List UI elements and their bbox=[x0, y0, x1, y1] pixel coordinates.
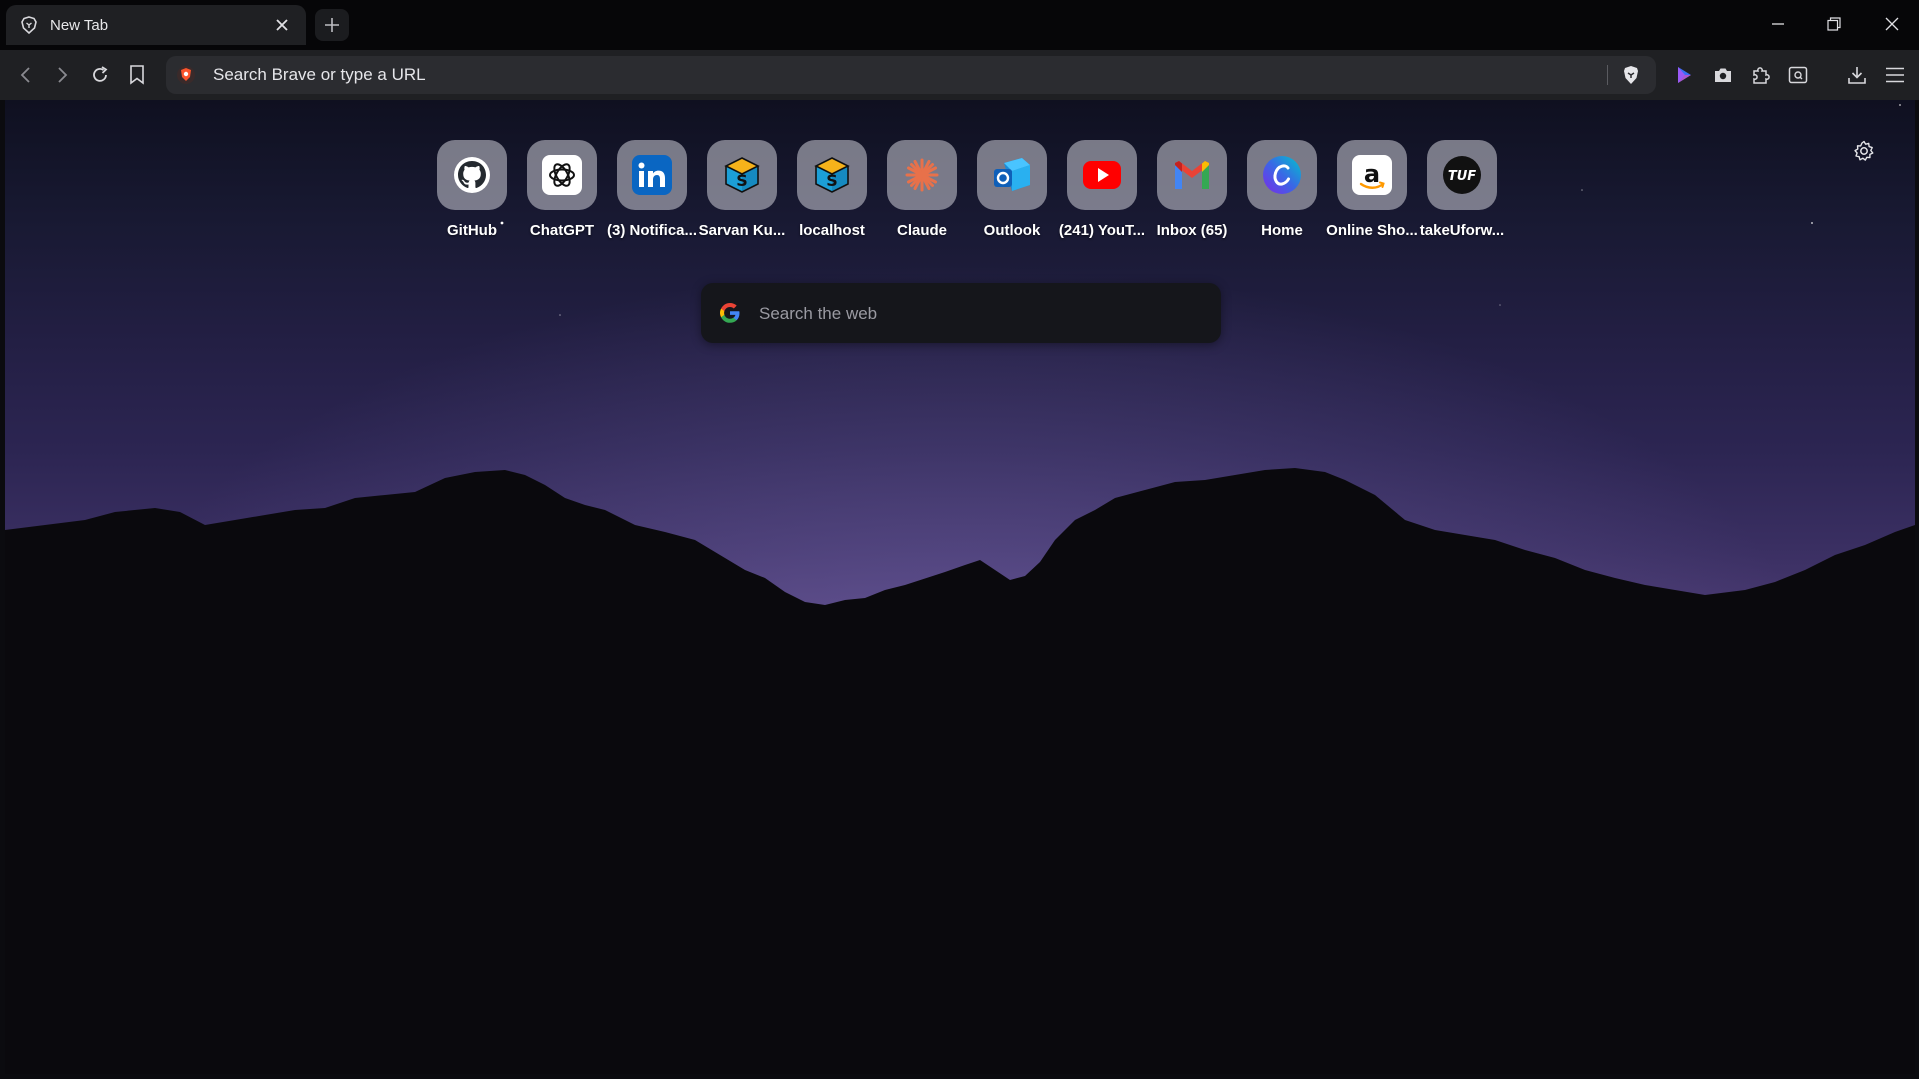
brave-play-icon bbox=[1678, 67, 1691, 83]
svg-text:TUF: TUF bbox=[1448, 169, 1476, 184]
forward-button[interactable] bbox=[48, 61, 76, 89]
arrow-right-icon bbox=[58, 67, 68, 83]
plus-icon bbox=[325, 18, 339, 32]
top-site-tile bbox=[1067, 140, 1137, 210]
address-bar[interactable]: Search Brave or type a URL bbox=[166, 56, 1656, 94]
svg-text:S: S bbox=[736, 171, 748, 190]
bookmark-button[interactable] bbox=[123, 61, 151, 89]
top-site-label: (241) YouT... bbox=[1058, 222, 1146, 239]
back-button[interactable] bbox=[12, 61, 40, 89]
top-site-label: Outlook bbox=[983, 222, 1041, 239]
bookmark-icon bbox=[130, 65, 144, 85]
brave-shield-icon[interactable] bbox=[1620, 64, 1642, 86]
search-input[interactable] bbox=[757, 295, 1201, 333]
top-sites-grid: GitHub ChatGPT (3) Notifica... S Sarvan … bbox=[427, 140, 1507, 250]
sidebar-button[interactable] bbox=[1784, 61, 1812, 89]
top-site-tile bbox=[1247, 140, 1317, 210]
restore-button[interactable] bbox=[1812, 6, 1856, 42]
top-site-label: Inbox (65) bbox=[1156, 222, 1228, 239]
browser-window: New Tab Search Brave or type a URL GitHu… bbox=[0, 0, 1919, 1079]
close-icon bbox=[1885, 17, 1899, 31]
svg-text:a: a bbox=[1364, 160, 1380, 188]
top-site-sarvan[interactable]: S Sarvan Ku... bbox=[697, 140, 787, 250]
puzzle-icon bbox=[1753, 67, 1770, 84]
top-site-tile bbox=[887, 140, 957, 210]
cube-s-icon: S bbox=[722, 155, 762, 195]
top-site-amazon[interactable]: a Online Sho... bbox=[1326, 140, 1418, 250]
reload-button[interactable] bbox=[86, 61, 114, 89]
customize-page-button[interactable] bbox=[1851, 138, 1877, 164]
gmail-icon bbox=[1172, 155, 1212, 195]
address-bar-divider bbox=[1607, 65, 1608, 85]
chatgpt-icon bbox=[542, 155, 582, 195]
top-site-tile: a bbox=[1337, 140, 1407, 210]
sidebar-search-icon bbox=[1788, 66, 1808, 84]
top-site-label: takeUforw... bbox=[1419, 222, 1505, 239]
main-menu-button[interactable] bbox=[1881, 61, 1909, 89]
top-site-tile bbox=[617, 140, 687, 210]
close-tab-icon[interactable] bbox=[272, 15, 292, 35]
toolbar: Search Brave or type a URL bbox=[0, 50, 1919, 100]
tuf-icon: TUF bbox=[1442, 155, 1482, 195]
title-bar: New Tab bbox=[0, 0, 1919, 50]
top-site-label: Online Sho... bbox=[1326, 222, 1418, 239]
brave-lion-icon bbox=[20, 16, 38, 34]
top-site-github[interactable]: GitHub bbox=[427, 140, 517, 250]
download-icon bbox=[1848, 67, 1866, 84]
top-site-label: localhost bbox=[799, 222, 865, 239]
top-site-youtube[interactable]: (241) YouT... bbox=[1057, 140, 1147, 250]
address-bar-placeholder: Search Brave or type a URL bbox=[213, 65, 426, 84]
linkedin-icon bbox=[632, 155, 672, 195]
svg-text:S: S bbox=[826, 171, 838, 190]
gear-icon bbox=[1854, 140, 1874, 161]
minimize-icon bbox=[1772, 23, 1784, 25]
top-site-tile bbox=[527, 140, 597, 210]
amazon-icon: a bbox=[1352, 155, 1392, 195]
github-icon bbox=[452, 155, 492, 195]
close-window-button[interactable] bbox=[1870, 6, 1914, 42]
minimize-button[interactable] bbox=[1756, 6, 1800, 42]
hamburger-menu-icon bbox=[1886, 67, 1904, 83]
outlook-icon bbox=[992, 155, 1032, 195]
top-site-tile bbox=[1157, 140, 1227, 210]
new-tab-button[interactable] bbox=[315, 9, 349, 41]
downloads-button[interactable] bbox=[1843, 61, 1871, 89]
top-site-takeuforward[interactable]: TUF takeUforw... bbox=[1417, 140, 1507, 250]
top-site-tile: TUF bbox=[1427, 140, 1497, 210]
top-site-chatgpt[interactable]: ChatGPT bbox=[517, 140, 607, 250]
top-site-label: GitHub bbox=[447, 222, 497, 239]
top-site-localhost[interactable]: S localhost bbox=[787, 140, 877, 250]
top-site-tile: S bbox=[797, 140, 867, 210]
google-icon bbox=[719, 302, 741, 324]
top-site-label: Home bbox=[1261, 222, 1303, 239]
top-site-claude[interactable]: Claude bbox=[877, 140, 967, 250]
brave-shields-badge-icon[interactable] bbox=[176, 65, 196, 85]
screenshot-button[interactable] bbox=[1709, 61, 1737, 89]
top-site-label: Claude bbox=[896, 222, 947, 239]
top-site-tile bbox=[437, 140, 507, 210]
youtube-icon bbox=[1082, 155, 1122, 195]
tab-title: New Tab bbox=[50, 16, 109, 34]
restore-icon bbox=[1827, 17, 1841, 31]
new-tab-page: GitHub ChatGPT (3) Notifica... S Sarvan … bbox=[5, 100, 1915, 1074]
brave-talk-button[interactable] bbox=[1670, 61, 1698, 89]
top-site-outlook[interactable]: Outlook bbox=[967, 140, 1057, 250]
camera-icon bbox=[1715, 68, 1731, 82]
web-search-box[interactable] bbox=[701, 283, 1221, 343]
top-site-label: ChatGPT bbox=[529, 222, 595, 239]
cube-s-icon: S bbox=[812, 155, 852, 195]
extensions-button[interactable] bbox=[1747, 61, 1775, 89]
top-site-tile bbox=[977, 140, 1047, 210]
top-site-tile: S bbox=[707, 140, 777, 210]
top-site-linkedin[interactable]: (3) Notifica... bbox=[607, 140, 697, 250]
claude-icon bbox=[902, 155, 942, 195]
canva-icon bbox=[1262, 155, 1302, 195]
top-site-label: (3) Notifica... bbox=[607, 222, 698, 239]
tab-new-tab[interactable]: New Tab bbox=[6, 5, 306, 45]
top-site-gmail[interactable]: Inbox (65) bbox=[1147, 140, 1237, 250]
top-site-canva[interactable]: Home bbox=[1237, 140, 1327, 250]
arrow-left-icon bbox=[20, 67, 30, 83]
reload-icon bbox=[93, 66, 108, 82]
top-site-label: Sarvan Ku... bbox=[698, 222, 786, 239]
